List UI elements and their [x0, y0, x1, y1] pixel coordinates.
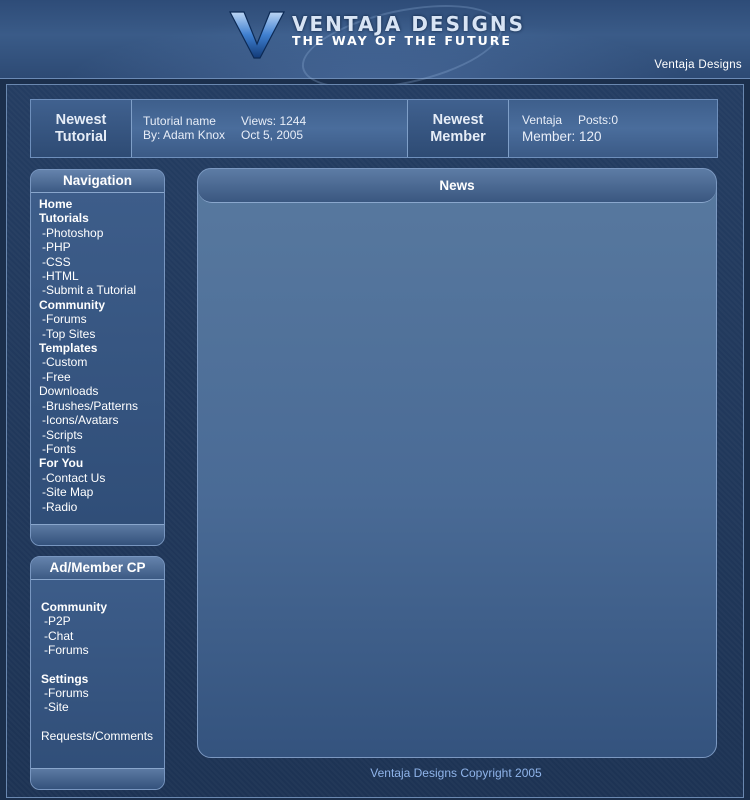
navigation-footer	[31, 524, 164, 545]
member-cp-link-item[interactable]: -Site	[41, 700, 164, 714]
newest-tutorial-date: Oct 5, 2005	[241, 128, 304, 142]
news-panel: News	[197, 168, 717, 758]
nav-link-item[interactable]: -Custom	[39, 355, 164, 369]
nav-link-item[interactable]: -Contact Us	[39, 471, 164, 485]
nav-link-item[interactable]: -Free	[39, 370, 164, 384]
nav-link-item[interactable]: -Forums	[39, 312, 164, 326]
newest-tutorial-views: Views: 1244	[241, 114, 307, 128]
member-cp-box: Ad/Member CP Community -P2P -Chat -Forums Se…	[30, 556, 165, 790]
member-count: Member: 120	[522, 129, 602, 144]
member-cp-list: Community -P2P -Chat -Forums Settings -Forums…	[31, 580, 164, 743]
newest-tutorial-label: Newest Tutorial	[31, 100, 132, 157]
member-cp-footer	[31, 768, 164, 789]
logo-v-icon	[229, 11, 285, 59]
newest-tutorial-author: By: Adam Knox	[143, 128, 226, 142]
newest-member-posts: Posts:0	[578, 113, 619, 127]
nav-link-item[interactable]: -Icons/Avatars	[39, 413, 164, 427]
newest-member-label: Newest Member	[407, 100, 509, 157]
navigation-list: Home Tutorials -Photoshop -PHP -CSS -HTML -Sub…	[31, 193, 164, 514]
member-cp-link-item[interactable]: -Forums	[41, 643, 164, 657]
nav-link-item[interactable]: -CSS	[39, 255, 164, 269]
nav-link-item[interactable]: Tutorials	[39, 211, 164, 225]
member-cp-link-item[interactable]: Settings	[41, 672, 164, 686]
nav-link-item[interactable]: -Submit a Tutorial	[39, 283, 164, 297]
nav-link-item[interactable]: For You	[39, 456, 164, 470]
nav-link-item[interactable]: -Radio	[39, 500, 164, 514]
navigation-title: Navigation	[31, 170, 164, 193]
member-cp-link-item[interactable]: Community	[41, 600, 164, 614]
member-cp-link-item[interactable]: -Chat	[41, 629, 164, 643]
member-cp-link-item[interactable]: Requests/Comments	[41, 729, 164, 743]
news-title: News	[198, 169, 716, 203]
nav-link-item[interactable]: -Fonts	[39, 442, 164, 456]
nav-link-item[interactable]: -PHP	[39, 240, 164, 254]
member-cp-title: Ad/Member CP	[31, 557, 164, 580]
header-brand-text: Ventaja Designs	[654, 59, 742, 71]
info-bar: Newest Tutorial Tutorial name By: Adam K…	[30, 99, 718, 158]
nav-link-item[interactable]: -Photoshop	[39, 226, 164, 240]
newest-member-name[interactable]: Ventaja	[522, 113, 562, 127]
nav-link-item[interactable]: Home	[39, 197, 164, 211]
site-header: VENTAJA DESIGNS THE WAY OF THE FUTURE Ve…	[0, 0, 750, 105]
member-cp-link-item[interactable]: -Forums	[41, 686, 164, 700]
member-cp-link-item[interactable]: -P2P	[41, 614, 164, 628]
nav-link-item[interactable]: -Brushes/Patterns	[39, 399, 164, 413]
logo-tagline: THE WAY OF THE FUTURE	[292, 33, 512, 48]
nav-link-item[interactable]: -Scripts	[39, 428, 164, 442]
nav-link-item[interactable]: Downloads	[39, 384, 164, 398]
nav-link-item[interactable]: -HTML	[39, 269, 164, 283]
nav-link-item[interactable]: Community	[39, 298, 164, 312]
nav-link-item[interactable]: -Site Map	[39, 485, 164, 499]
copyright-text: Ventaja Designs Copyright 2005	[370, 766, 542, 780]
navigation-box: Navigation Home Tutorials -Photoshop -PHP -C…	[30, 169, 165, 546]
newest-tutorial-name[interactable]: Tutorial name	[143, 114, 216, 128]
nav-link-item[interactable]: -Top Sites	[39, 327, 164, 341]
nav-link-item[interactable]: Templates	[39, 341, 164, 355]
